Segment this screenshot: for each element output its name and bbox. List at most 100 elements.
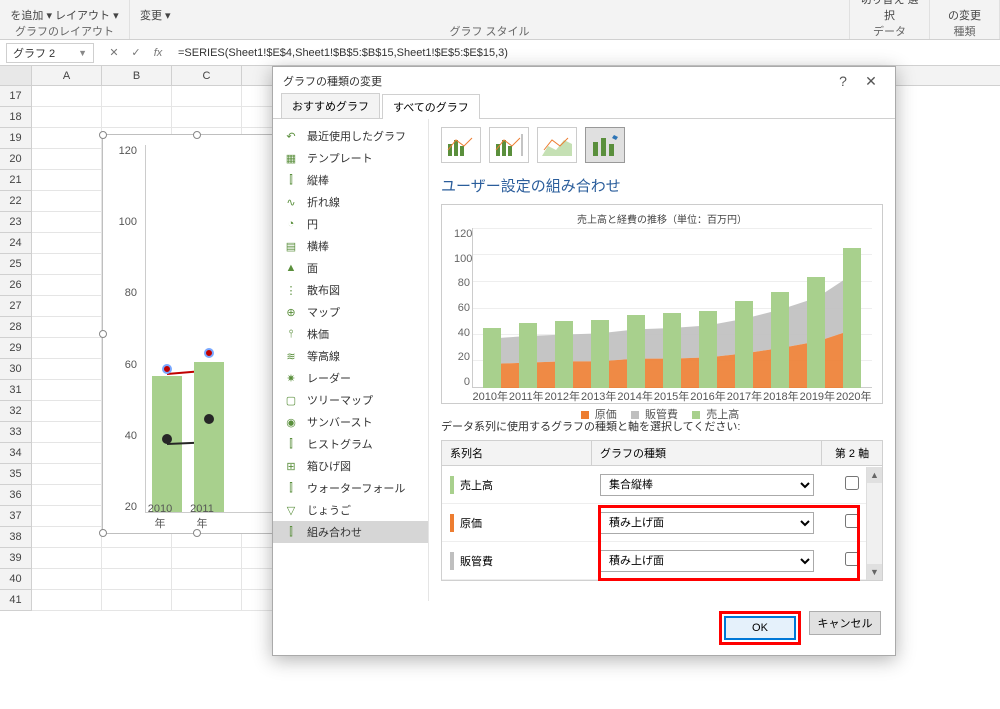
row-header[interactable]: 39: [0, 548, 32, 569]
scrollbar[interactable]: ▲ ▼: [866, 467, 882, 580]
chart-type-item[interactable]: ✷ レーダー: [273, 367, 428, 389]
cell[interactable]: [102, 86, 172, 107]
cell[interactable]: [32, 149, 102, 170]
cell[interactable]: [172, 569, 242, 590]
chart-type-item[interactable]: ⫿ ウォーターフォール: [273, 477, 428, 499]
cell[interactable]: [32, 254, 102, 275]
row-header[interactable]: 29: [0, 338, 32, 359]
chevron-down-icon[interactable]: ▼: [78, 48, 87, 58]
chart-type-item[interactable]: ◔ 円: [273, 213, 428, 235]
fx-icon[interactable]: fx: [150, 47, 166, 59]
row-header[interactable]: 31: [0, 380, 32, 401]
secondary-axis-checkbox[interactable]: [845, 476, 859, 490]
row-header[interactable]: 38: [0, 527, 32, 548]
name-box[interactable]: グラフ 2 ▼: [6, 43, 94, 63]
row-header[interactable]: 18: [0, 107, 32, 128]
row-header[interactable]: 22: [0, 191, 32, 212]
cell[interactable]: [32, 401, 102, 422]
help-button[interactable]: ?: [829, 73, 857, 89]
cell[interactable]: [32, 506, 102, 527]
row-header[interactable]: 23: [0, 212, 32, 233]
series-chart-type-select[interactable]: 積み上げ面: [600, 512, 814, 534]
series-chart-type-select[interactable]: 集合縦棒: [600, 474, 814, 496]
row-header[interactable]: 19: [0, 128, 32, 149]
resize-handle[interactable]: [193, 131, 201, 139]
cell[interactable]: [32, 338, 102, 359]
formula-input[interactable]: =SERIES(Sheet1!$E$4,Sheet1!$B$5:$B$15,Sh…: [172, 47, 1000, 59]
row-header[interactable]: 27: [0, 296, 32, 317]
chart-type-item[interactable]: ◉ サンバースト: [273, 411, 428, 433]
cell[interactable]: [172, 107, 242, 128]
cell[interactable]: [32, 128, 102, 149]
row-header[interactable]: 33: [0, 422, 32, 443]
data-marker[interactable]: [204, 348, 214, 358]
row-header[interactable]: 28: [0, 317, 32, 338]
cell[interactable]: [32, 527, 102, 548]
cell[interactable]: [32, 233, 102, 254]
dialog-titlebar[interactable]: グラフの種類の変更 ? ✕: [273, 67, 895, 95]
cell[interactable]: [32, 590, 102, 611]
cell[interactable]: [32, 380, 102, 401]
cell[interactable]: [102, 590, 172, 611]
scroll-down-icon[interactable]: ▼: [867, 564, 882, 580]
secondary-axis-checkbox[interactable]: [845, 552, 859, 566]
chart-type-item[interactable]: ⫿ 組み合わせ: [273, 521, 428, 543]
embedded-chart-object[interactable]: 120 100 80 60 40 20: [102, 134, 292, 534]
chart-type-item[interactable]: ▢ ツリーマップ: [273, 389, 428, 411]
cell[interactable]: [32, 86, 102, 107]
cell[interactable]: [32, 191, 102, 212]
cell[interactable]: [102, 548, 172, 569]
chart-type-item[interactable]: ⊕ マップ: [273, 301, 428, 323]
chart-type-item[interactable]: ▦ テンプレート: [273, 147, 428, 169]
cancel-button[interactable]: キャンセル: [809, 611, 881, 635]
cell[interactable]: [102, 569, 172, 590]
resize-handle[interactable]: [99, 131, 107, 139]
combo-subtype-3[interactable]: [537, 127, 577, 163]
cell[interactable]: [172, 548, 242, 569]
row-header[interactable]: 41: [0, 590, 32, 611]
ok-button[interactable]: OK: [724, 616, 796, 640]
chart-type-item[interactable]: ⊞ 箱ひげ図: [273, 455, 428, 477]
chart-type-item[interactable]: ⫿ 縦棒: [273, 169, 428, 191]
chart-type-item[interactable]: ⋮ 散布図: [273, 279, 428, 301]
row-header[interactable]: 30: [0, 359, 32, 380]
combo-subtype-custom[interactable]: [585, 127, 625, 163]
secondary-axis-checkbox[interactable]: [845, 514, 859, 528]
tab-all-charts[interactable]: すべてのグラフ: [382, 94, 480, 119]
row-header[interactable]: 20: [0, 149, 32, 170]
row-header[interactable]: 17: [0, 86, 32, 107]
chart-type-item[interactable]: ∿ 折れ線: [273, 191, 428, 213]
combo-subtype-2[interactable]: [489, 127, 529, 163]
chart-type-item[interactable]: ▽ じょうご: [273, 499, 428, 521]
ribbon-style-button[interactable]: 変更 ▾: [140, 7, 839, 23]
cancel-formula-button[interactable]: ✕: [106, 46, 122, 59]
row-header[interactable]: 37: [0, 506, 32, 527]
cell[interactable]: [32, 485, 102, 506]
select-all-corner[interactable]: [0, 66, 32, 85]
chart-type-item[interactable]: ▤ 横棒: [273, 235, 428, 257]
series-chart-type-select[interactable]: 積み上げ面: [600, 550, 814, 572]
cell[interactable]: [32, 212, 102, 233]
chart-type-item[interactable]: ≋ 等高線: [273, 345, 428, 367]
cell[interactable]: [32, 359, 102, 380]
cell[interactable]: [172, 86, 242, 107]
chart-type-item[interactable]: ↶ 最近使用したグラフ: [273, 125, 428, 147]
scroll-up-icon[interactable]: ▲: [867, 467, 882, 483]
cell[interactable]: [32, 422, 102, 443]
cell[interactable]: [32, 296, 102, 317]
ribbon-layout-buttons[interactable]: を追加 ▾ レイアウト ▾: [10, 7, 119, 23]
column-header[interactable]: A: [32, 66, 102, 85]
row-header[interactable]: 40: [0, 569, 32, 590]
confirm-formula-button[interactable]: ✓: [128, 46, 144, 59]
row-header[interactable]: 36: [0, 485, 32, 506]
combo-subtype-1[interactable]: [441, 127, 481, 163]
row-header[interactable]: 26: [0, 275, 32, 296]
close-button[interactable]: ✕: [857, 73, 885, 90]
cell[interactable]: [32, 317, 102, 338]
cell[interactable]: [32, 170, 102, 191]
row-header[interactable]: 24: [0, 233, 32, 254]
cell[interactable]: [32, 548, 102, 569]
tab-recommended[interactable]: おすすめグラフ: [281, 93, 380, 118]
row-header[interactable]: 32: [0, 401, 32, 422]
row-header[interactable]: 35: [0, 464, 32, 485]
